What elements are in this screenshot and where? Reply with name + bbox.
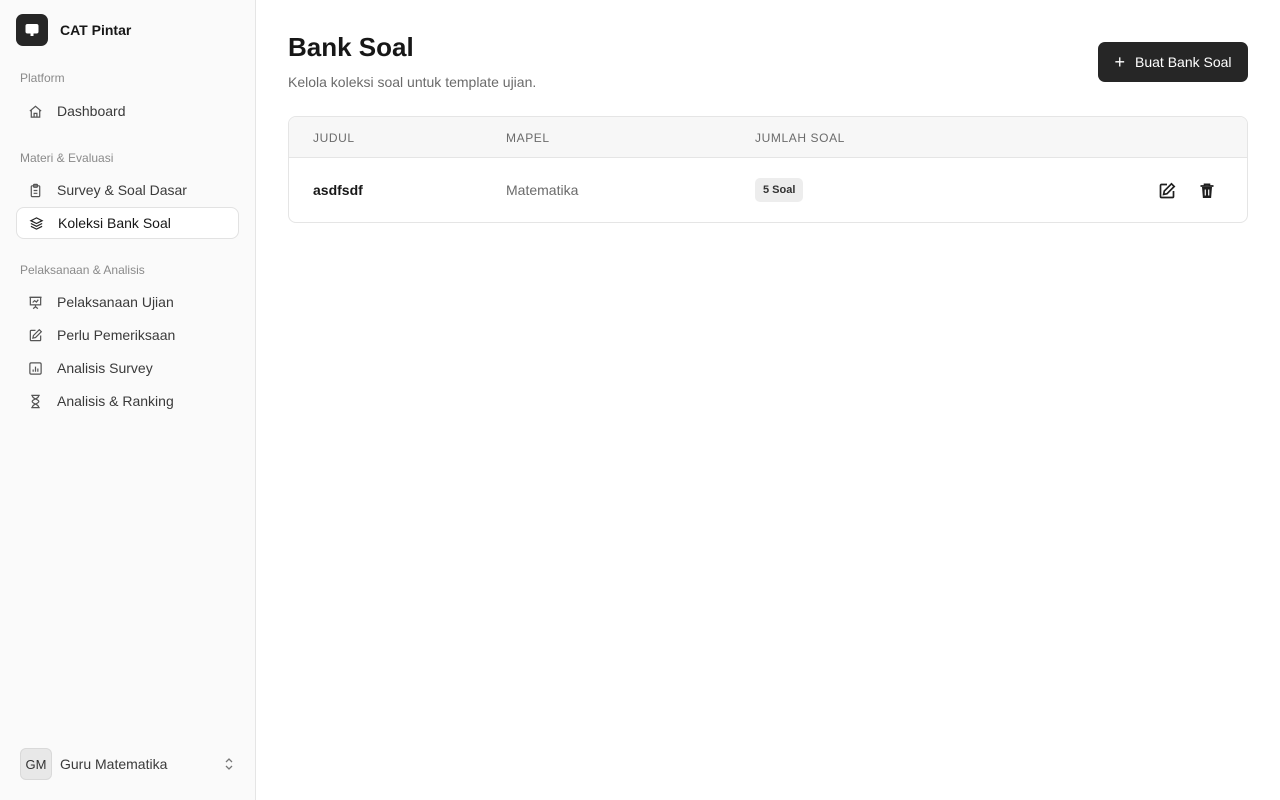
table-header: JUDUL MAPEL JUMLAH SOAL bbox=[289, 117, 1247, 158]
bank-soal-table: JUDUL MAPEL JUMLAH SOAL asdfsdf Matemati… bbox=[288, 116, 1248, 223]
row-mapel: Matematika bbox=[506, 182, 579, 198]
hourglass-icon bbox=[31, 394, 40, 408]
group-label-materi: Materi & Evaluasi bbox=[20, 151, 114, 165]
bar-chart-icon bbox=[29, 361, 42, 375]
sidebar-item-label: Analisis Survey bbox=[57, 360, 153, 376]
edit-icon bbox=[1159, 182, 1176, 199]
edit-button[interactable] bbox=[1157, 181, 1177, 201]
page-subtitle: Kelola koleksi soal untuk template ujian… bbox=[288, 74, 537, 90]
row-judul: asdfsdf bbox=[313, 182, 363, 198]
sidebar-item-label: Analisis & Ranking bbox=[57, 393, 174, 409]
sidebar-item-koleksi-bank-soal[interactable]: Koleksi Bank Soal bbox=[16, 207, 239, 239]
plus-icon: + bbox=[1114, 52, 1125, 72]
sidebar-item-analisis-ranking[interactable]: Analisis & Ranking bbox=[16, 385, 239, 417]
column-header-jumlah-soal: JUMLAH SOAL bbox=[755, 131, 845, 145]
user-name: Guru Matematika bbox=[60, 756, 168, 772]
group-label-platform: Platform bbox=[20, 71, 65, 85]
sidebar-item-label: Pelaksanaan Ujian bbox=[57, 294, 174, 310]
sidebar-item-dashboard[interactable]: Dashboard bbox=[16, 95, 239, 127]
page-title: Bank Soal bbox=[288, 32, 414, 62]
column-header-mapel: MAPEL bbox=[506, 131, 550, 145]
presentation-icon bbox=[29, 296, 42, 309]
delete-button[interactable] bbox=[1197, 181, 1217, 201]
create-bank-soal-button[interactable]: + Buat Bank Soal bbox=[1098, 42, 1248, 82]
sidebar-item-label: Dashboard bbox=[57, 103, 126, 119]
sidebar-item-label: Survey & Soal Dasar bbox=[57, 182, 187, 198]
brand[interactable]: CAT Pintar bbox=[16, 14, 131, 46]
pencil-icon bbox=[29, 328, 43, 341]
table-row: asdfsdf Matematika 5 Soal bbox=[289, 158, 1247, 222]
layers-icon bbox=[29, 216, 44, 230]
sidebar-item-label: Koleksi Bank Soal bbox=[58, 215, 171, 231]
chevron-up-down-icon bbox=[225, 758, 233, 770]
sidebar-item-pelaksanaan-ujian[interactable]: Pelaksanaan Ujian bbox=[16, 286, 239, 318]
sidebar-item-analisis-survey[interactable]: Analisis Survey bbox=[16, 352, 239, 384]
group-label-pelaksanaan: Pelaksanaan & Analisis bbox=[20, 263, 145, 277]
trash-icon bbox=[1200, 183, 1214, 198]
sidebar-item-survey[interactable]: Survey & Soal Dasar bbox=[16, 174, 239, 206]
sidebar-item-perlu-pemeriksaan[interactable]: Perlu Pemeriksaan bbox=[16, 319, 239, 351]
create-button-label: Buat Bank Soal bbox=[1135, 54, 1232, 70]
brand-name: CAT Pintar bbox=[60, 22, 132, 38]
monitor-icon bbox=[16, 14, 48, 46]
user-menu[interactable]: GM Guru Matematika bbox=[20, 748, 236, 780]
clipboard-icon bbox=[30, 183, 41, 197]
sidebar-item-label: Perlu Pemeriksaan bbox=[57, 327, 176, 343]
sidebar: CAT Pintar Platform Dashboard Materi & E… bbox=[0, 0, 256, 800]
home-icon bbox=[29, 105, 42, 118]
avatar: GM bbox=[20, 748, 52, 780]
row-jumlah-soal-badge: 5 Soal bbox=[755, 178, 804, 202]
column-header-judul: JUDUL bbox=[313, 131, 355, 145]
